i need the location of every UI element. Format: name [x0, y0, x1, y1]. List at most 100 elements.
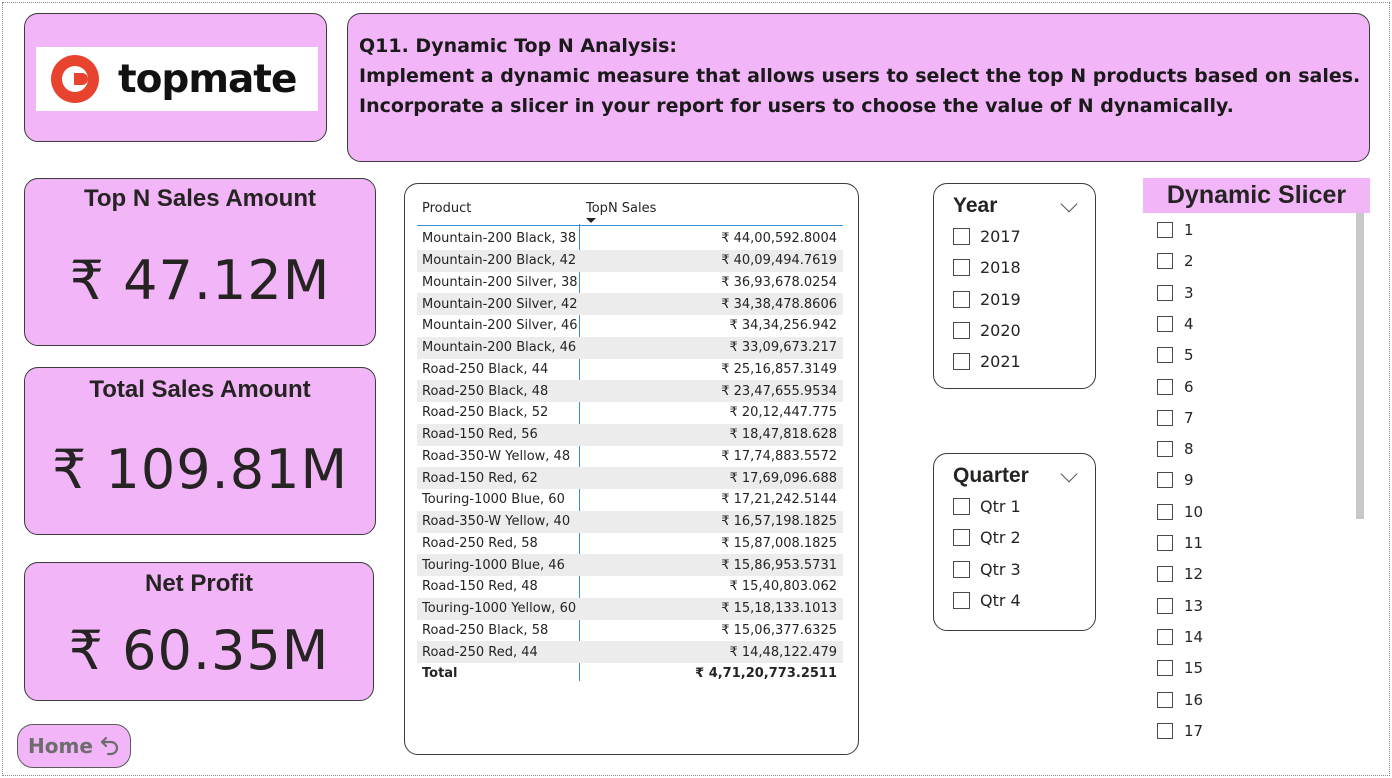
checkbox[interactable]	[1157, 315, 1173, 332]
table-row[interactable]: Mountain-200 Silver, 38 ₹ 36,93,678.0254	[417, 272, 843, 294]
column-header-topn-sales[interactable]: TopN Sales	[586, 201, 656, 216]
dynamic-slicer-option[interactable]: 13	[1157, 597, 1203, 615]
table-row[interactable]: Road-250 Black, 48 ₹ 23,47,655.9534	[417, 380, 843, 402]
checkbox[interactable]	[1157, 628, 1173, 645]
year-option[interactable]: 2018	[953, 258, 1021, 277]
option-label: 2017	[980, 227, 1021, 246]
dynamic-slicer-option[interactable]: 3	[1157, 284, 1194, 302]
checkbox[interactable]	[1157, 409, 1173, 426]
table-row[interactable]: Road-250 Black, 52 ₹ 20,12,447.775	[417, 402, 843, 424]
year-option[interactable]: 2017	[953, 227, 1021, 246]
table-row[interactable]: Mountain-200 Black, 42 ₹ 40,09,494.7619	[417, 249, 843, 272]
checkbox[interactable]	[1157, 222, 1173, 238]
dynamic-slicer-option[interactable]: 12	[1157, 565, 1203, 583]
dynamic-slicer-scrollbar[interactable]	[1356, 213, 1364, 519]
quarter-option[interactable]: Qtr 4	[953, 591, 1021, 610]
table-row[interactable]: Road-250 Black, 44 ₹ 25,16,857.3149	[417, 359, 843, 381]
dynamic-slicer-option[interactable]: 8	[1157, 440, 1194, 458]
chevron-down-icon[interactable]	[1060, 195, 1078, 213]
checkbox[interactable]	[1157, 347, 1173, 364]
table-row[interactable]: Mountain-200 Black, 46 ₹ 33,09,673.217	[417, 336, 843, 359]
quarter-slicer[interactable]: Quarter Qtr 1 Qtr 2 Qtr 3 Qtr 4	[933, 453, 1096, 631]
checkbox[interactable]	[953, 498, 970, 515]
table-row[interactable]: Road-150 Red, 56 ₹ 18,47,818.628	[417, 423, 843, 446]
cell-topn-sales: ₹ 40,09,494.7619	[721, 253, 837, 269]
year-option[interactable]: 2021	[953, 352, 1021, 371]
column-header-product[interactable]: Product	[422, 201, 471, 216]
table-row[interactable]: Touring-1000 Blue, 60 ₹ 17,21,242.5144	[417, 489, 843, 511]
dynamic-slicer-option[interactable]: 10	[1157, 503, 1203, 521]
dynamic-slicer-option[interactable]: 16	[1157, 691, 1203, 709]
table-row[interactable]: Touring-1000 Blue, 46 ₹ 15,86,953.5731	[417, 554, 843, 576]
checkbox[interactable]	[1157, 566, 1173, 583]
home-button-label: Home	[28, 734, 93, 758]
table-row[interactable]: Touring-1000 Yellow, 60 ₹ 15,18,133.1013	[417, 597, 843, 620]
year-option[interactable]: 2019	[953, 290, 1021, 309]
option-label: 12	[1184, 565, 1204, 584]
checkbox[interactable]	[953, 228, 970, 245]
table-row[interactable]: Road-250 Red, 44 ₹ 14,48,122.479	[417, 641, 843, 663]
sort-descending-icon[interactable]	[586, 218, 596, 223]
year-slicer[interactable]: Year 2017 2018 2019 2020 2021	[933, 183, 1096, 389]
checkbox[interactable]	[953, 560, 970, 578]
table-row[interactable]: Road-350-W Yellow, 48 ₹ 17,74,883.5572	[417, 446, 843, 468]
checkbox[interactable]	[1157, 597, 1173, 614]
checkbox[interactable]	[953, 353, 970, 371]
quarter-option[interactable]: Qtr 3	[953, 560, 1021, 579]
table-row[interactable]: Mountain-200 Silver, 46 ₹ 34,34,256.942	[417, 315, 843, 337]
dynamic-slicer-option[interactable]: 11	[1157, 534, 1203, 552]
option-label: 1	[1184, 221, 1194, 239]
year-option[interactable]: 2020	[953, 321, 1021, 340]
cell-topn-sales: ₹ 44,00,592.8004	[721, 231, 837, 247]
table-row[interactable]: Road-350-W Yellow, 40 ₹ 16,57,198.1825	[417, 510, 843, 533]
table-row[interactable]: Road-250 Black, 58 ₹ 15,06,377.6325	[417, 620, 843, 642]
cell-product: Mountain-200 Silver, 46	[422, 318, 578, 334]
checkbox[interactable]	[953, 259, 970, 277]
checkbox[interactable]	[1157, 284, 1173, 301]
checkbox[interactable]	[953, 290, 970, 308]
cell-topn-sales: ₹ 15,86,953.5731	[721, 557, 837, 573]
checkbox[interactable]	[1157, 441, 1173, 458]
table-row[interactable]: Road-150 Red, 48 ₹ 15,40,803.062	[417, 576, 843, 598]
checkbox[interactable]	[1157, 535, 1173, 551]
dynamic-slicer-option[interactable]: 7	[1157, 409, 1194, 427]
option-label: 11	[1184, 534, 1204, 552]
table-row[interactable]: Road-250 Red, 58 ₹ 15,87,008.1825	[417, 533, 843, 555]
checkbox[interactable]	[1157, 691, 1173, 708]
cell-topn-sales: ₹ 14,48,122.479	[729, 644, 837, 660]
chevron-down-icon[interactable]	[1060, 465, 1078, 483]
home-button[interactable]: Home	[17, 724, 131, 768]
quarter-option[interactable]: Qtr 2	[953, 528, 1021, 547]
table-row[interactable]: Mountain-200 Silver, 42 ₹ 34,38,478.8606	[417, 293, 843, 315]
checkbox[interactable]	[1157, 660, 1173, 677]
cell-product: Mountain-200 Silver, 38	[422, 274, 578, 290]
year-slicer-title: Year	[953, 194, 998, 217]
checkbox[interactable]	[1157, 253, 1173, 270]
checkbox[interactable]	[1157, 722, 1173, 739]
cell-product: Road-250 Black, 48	[422, 383, 549, 399]
dynamic-slicer-option[interactable]: 4	[1157, 315, 1194, 333]
topn-sales-table[interactable]: Product TopN Sales Mountain-200 Black, 3…	[404, 183, 859, 755]
dynamic-slicer-option[interactable]: 17	[1157, 722, 1203, 740]
table-row[interactable]: Road-150 Red, 62 ₹ 17,69,096.688	[417, 467, 843, 489]
cell-topn-sales: ₹ 17,74,883.5572	[721, 448, 837, 464]
kpi-value: ₹ 60.35M	[68, 619, 330, 682]
checkbox[interactable]	[953, 321, 970, 339]
dynamic-slicer-option[interactable]: 15	[1157, 659, 1203, 677]
checkbox[interactable]	[1157, 503, 1173, 520]
checkbox[interactable]	[1157, 472, 1173, 489]
cell-topn-sales: ₹ 25,16,857.3149	[721, 361, 837, 377]
quarter-option[interactable]: Qtr 1	[953, 497, 1021, 516]
table-row[interactable]: Mountain-200 Black, 38 ₹ 44,00,592.8004	[417, 228, 843, 250]
option-label: 13	[1184, 596, 1204, 615]
checkbox[interactable]	[953, 591, 970, 609]
checkbox[interactable]	[1157, 378, 1173, 395]
dynamic-slicer-option[interactable]: 9	[1157, 471, 1194, 489]
dynamic-slicer-option[interactable]: 14	[1157, 628, 1203, 646]
checkbox[interactable]	[953, 529, 970, 547]
dynamic-slicer-option[interactable]: 2	[1157, 252, 1194, 270]
option-label: Qtr 4	[980, 590, 1021, 610]
dynamic-slicer-option[interactable]: 1	[1157, 221, 1194, 239]
dynamic-slicer-option[interactable]: 6	[1157, 378, 1194, 396]
dynamic-slicer-option[interactable]: 5	[1157, 346, 1194, 364]
